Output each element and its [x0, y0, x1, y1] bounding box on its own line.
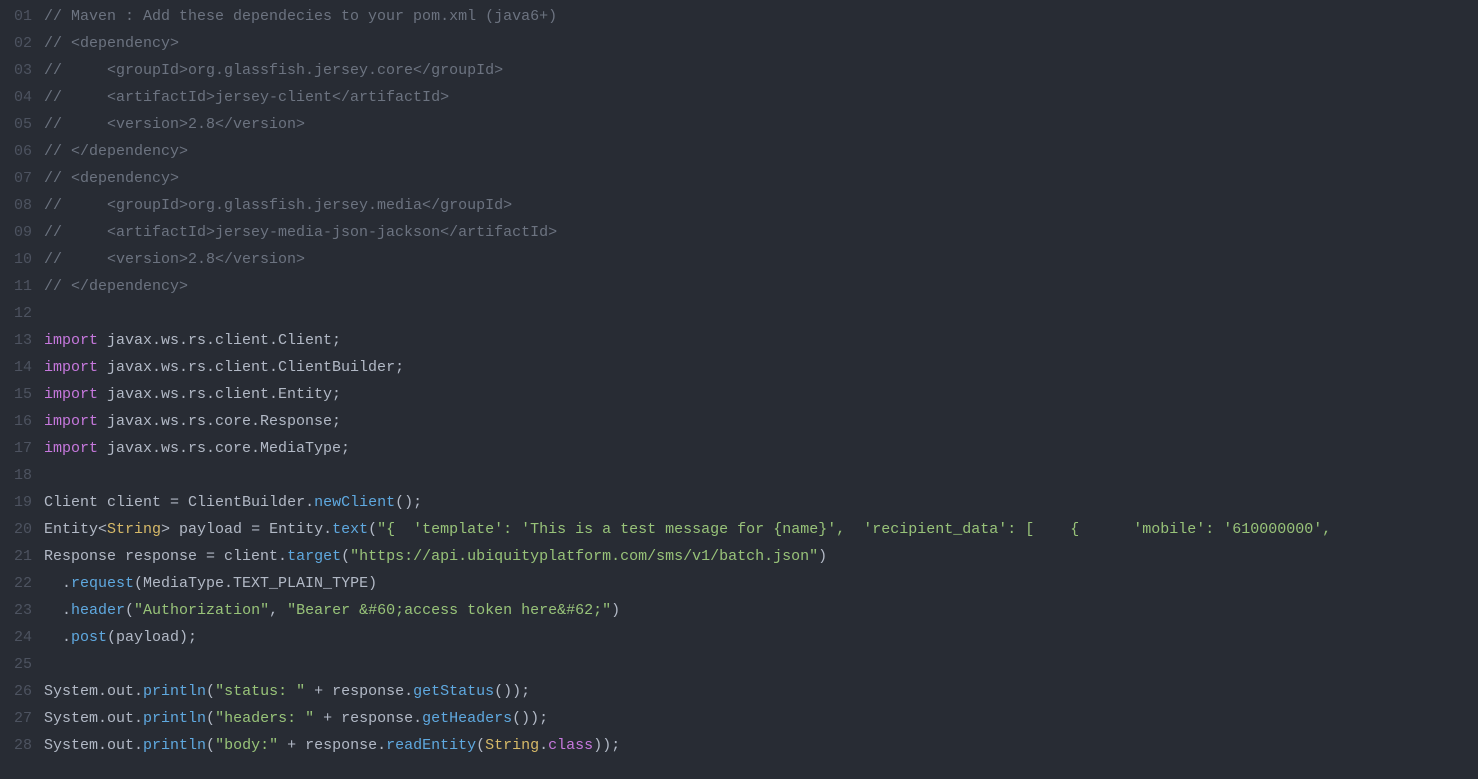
line-number: 10 — [0, 246, 36, 273]
code-line: 05// <version>2.8</version> — [0, 111, 1478, 138]
code-content[interactable]: // <groupId>org.glassfish.jersey.core</g… — [36, 57, 503, 84]
code-content[interactable]: // </dependency> — [36, 138, 188, 165]
code-content[interactable]: System.out.println("body:" + response.re… — [36, 732, 620, 759]
line-number: 06 — [0, 138, 36, 165]
code-content[interactable]: System.out.println("headers: " + respons… — [36, 705, 548, 732]
code-content[interactable]: import javax.ws.rs.core.Response; — [36, 408, 341, 435]
code-line: 26System.out.println("status: " + respon… — [0, 678, 1478, 705]
line-number: 16 — [0, 408, 36, 435]
code-content[interactable]: // </dependency> — [36, 273, 188, 300]
code-content[interactable]: import javax.ws.rs.client.Entity; — [36, 381, 341, 408]
code-content[interactable]: // <dependency> — [36, 165, 179, 192]
code-line: 07// <dependency> — [0, 165, 1478, 192]
line-number: 26 — [0, 678, 36, 705]
line-number: 17 — [0, 435, 36, 462]
line-number: 01 — [0, 3, 36, 30]
code-content[interactable]: // <artifactId>jersey-media-json-jackson… — [36, 219, 557, 246]
code-line: 24 .post(payload); — [0, 624, 1478, 651]
code-block: 01// Maven : Add these dependecies to yo… — [0, 0, 1478, 767]
code-content[interactable]: import javax.ws.rs.core.MediaType; — [36, 435, 350, 462]
code-content[interactable]: // <version>2.8</version> — [36, 111, 305, 138]
code-content[interactable]: .post(payload); — [36, 624, 197, 651]
code-content[interactable]: import javax.ws.rs.client.ClientBuilder; — [36, 354, 404, 381]
code-content[interactable]: .header("Authorization", "Bearer &#60;ac… — [36, 597, 620, 624]
code-line: 19Client client = ClientBuilder.newClien… — [0, 489, 1478, 516]
code-line: 21Response response = client.target("htt… — [0, 543, 1478, 570]
line-number: 03 — [0, 57, 36, 84]
code-line: 02// <dependency> — [0, 30, 1478, 57]
code-line: 28System.out.println("body:" + response.… — [0, 732, 1478, 759]
line-number: 28 — [0, 732, 36, 759]
code-line: 08// <groupId>org.glassfish.jersey.media… — [0, 192, 1478, 219]
line-number: 20 — [0, 516, 36, 543]
line-number: 05 — [0, 111, 36, 138]
line-number: 09 — [0, 219, 36, 246]
line-number: 18 — [0, 462, 36, 489]
code-line: 13import javax.ws.rs.client.Client; — [0, 327, 1478, 354]
code-line: 16import javax.ws.rs.core.Response; — [0, 408, 1478, 435]
line-number: 21 — [0, 543, 36, 570]
line-number: 25 — [0, 651, 36, 678]
line-number: 22 — [0, 570, 36, 597]
line-number: 23 — [0, 597, 36, 624]
line-number: 08 — [0, 192, 36, 219]
code-content[interactable]: Entity<String> payload = Entity.text("{ … — [36, 516, 1331, 543]
line-number: 14 — [0, 354, 36, 381]
code-content[interactable]: .request(MediaType.TEXT_PLAIN_TYPE) — [36, 570, 377, 597]
code-content[interactable]: Client client = ClientBuilder.newClient(… — [36, 489, 422, 516]
line-number: 12 — [0, 300, 36, 327]
code-content[interactable]: // <version>2.8</version> — [36, 246, 305, 273]
code-line: 22 .request(MediaType.TEXT_PLAIN_TYPE) — [0, 570, 1478, 597]
code-line: 12 — [0, 300, 1478, 327]
code-line: 23 .header("Authorization", "Bearer &#60… — [0, 597, 1478, 624]
code-line: 06// </dependency> — [0, 138, 1478, 165]
line-number: 15 — [0, 381, 36, 408]
code-line: 04// <artifactId>jersey-client</artifact… — [0, 84, 1478, 111]
code-line: 18 — [0, 462, 1478, 489]
code-line: 27System.out.println("headers: " + respo… — [0, 705, 1478, 732]
code-content[interactable]: // <dependency> — [36, 30, 179, 57]
code-line: 15import javax.ws.rs.client.Entity; — [0, 381, 1478, 408]
line-number: 13 — [0, 327, 36, 354]
line-number: 11 — [0, 273, 36, 300]
code-line: 11// </dependency> — [0, 273, 1478, 300]
code-content[interactable]: Response response = client.target("https… — [36, 543, 827, 570]
line-number: 24 — [0, 624, 36, 651]
code-line: 09// <artifactId>jersey-media-json-jacks… — [0, 219, 1478, 246]
code-content[interactable]: System.out.println("status: " + response… — [36, 678, 530, 705]
code-line: 20Entity<String> payload = Entity.text("… — [0, 516, 1478, 543]
line-number: 04 — [0, 84, 36, 111]
line-number: 07 — [0, 165, 36, 192]
code-line: 10// <version>2.8</version> — [0, 246, 1478, 273]
code-line: 01// Maven : Add these dependecies to yo… — [0, 3, 1478, 30]
code-line: 14import javax.ws.rs.client.ClientBuilde… — [0, 354, 1478, 381]
line-number: 19 — [0, 489, 36, 516]
code-content[interactable]: import javax.ws.rs.client.Client; — [36, 327, 341, 354]
code-content[interactable]: // <artifactId>jersey-client</artifactId… — [36, 84, 449, 111]
code-line: 17import javax.ws.rs.core.MediaType; — [0, 435, 1478, 462]
code-content[interactable]: // <groupId>org.glassfish.jersey.media</… — [36, 192, 512, 219]
code-content[interactable]: // Maven : Add these dependecies to your… — [36, 3, 557, 30]
line-number: 02 — [0, 30, 36, 57]
line-number: 27 — [0, 705, 36, 732]
code-line: 03// <groupId>org.glassfish.jersey.core<… — [0, 57, 1478, 84]
code-line: 25 — [0, 651, 1478, 678]
